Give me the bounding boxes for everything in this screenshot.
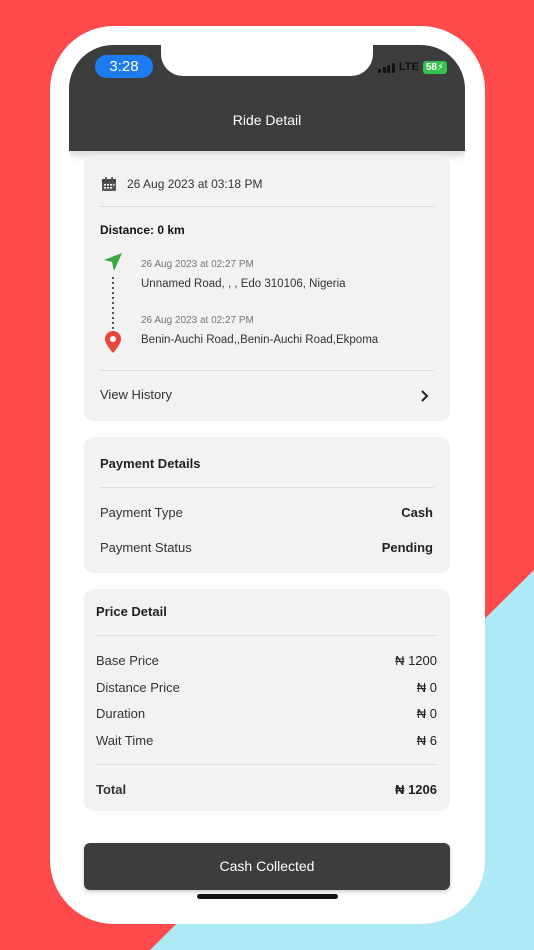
payment-status-label: Payment Status — [100, 540, 192, 555]
total-value: ₦ 1206 — [395, 782, 437, 797]
price-section-title: Price Detail — [96, 604, 167, 619]
total-label: Total — [96, 782, 127, 797]
payment-type-value: Cash — [401, 505, 433, 520]
dropoff-time: 26 Aug 2023 at 02:27 PM — [141, 315, 254, 326]
duration-value: ₦ 0 — [416, 706, 437, 721]
divider — [96, 635, 437, 636]
ride-info-card: 26 Aug 2023 at 03:18 PM Distance: 0 km 2… — [84, 155, 450, 421]
distance-price-value: ₦ 0 — [416, 680, 437, 695]
camera-notch — [161, 45, 373, 76]
home-indicator — [197, 894, 338, 899]
location-pin-icon — [105, 331, 121, 353]
chevron-right-icon[interactable] — [420, 389, 430, 403]
app-screen: 3:28 LTE 58⚡ Ride Detail 26 Aug 2023 at … — [69, 45, 465, 905]
network-label: LTE — [398, 61, 419, 73]
pickup-address: Unnamed Road, , , Edo 310106, Nigeria — [141, 278, 346, 290]
wait-time-value: ₦ 6 — [416, 733, 437, 748]
divider — [100, 206, 434, 207]
payment-details-card: Payment Details Payment Type Cash Paymen… — [84, 437, 450, 573]
battery-icon: 58⚡ — [422, 60, 447, 74]
duration-label: Duration — [96, 706, 146, 721]
page-title: Ride Detail — [232, 112, 302, 128]
base-price-label: Base Price — [96, 653, 159, 668]
payment-status-value: Pending — [381, 540, 433, 555]
app-header: 3:28 LTE 58⚡ Ride Detail — [69, 45, 465, 151]
view-history-link[interactable]: View History — [100, 387, 172, 402]
pickup-time: 26 Aug 2023 at 02:27 PM — [141, 259, 254, 270]
status-indicators: LTE 58⚡ — [378, 60, 447, 74]
navigation-arrow-icon — [104, 253, 122, 271]
distance-price-label: Distance Price — [96, 680, 180, 695]
price-detail-card: Price Detail Base Price ₦ 1200 Distance … — [84, 589, 450, 811]
base-price-value: ₦ 1200 — [395, 653, 437, 668]
divider — [100, 487, 434, 488]
divider — [96, 764, 437, 765]
ride-date: 26 Aug 2023 at 03:18 PM — [127, 177, 263, 191]
signal-icon — [378, 62, 395, 73]
divider — [100, 370, 434, 371]
status-time: 3:28 — [95, 55, 153, 78]
payment-section-title: Payment Details — [100, 456, 201, 471]
payment-type-label: Payment Type — [100, 505, 183, 520]
route-dotted-line — [112, 277, 114, 333]
dropoff-address: Benin-Auchi Road,,Benin-Auchi Road,Ekpom… — [141, 334, 379, 346]
ride-distance: Distance: 0 km — [100, 223, 185, 237]
cash-collected-button[interactable]: Cash Collected — [84, 843, 450, 890]
calendar-icon — [102, 177, 116, 191]
wait-time-label: Wait Time — [96, 733, 154, 748]
